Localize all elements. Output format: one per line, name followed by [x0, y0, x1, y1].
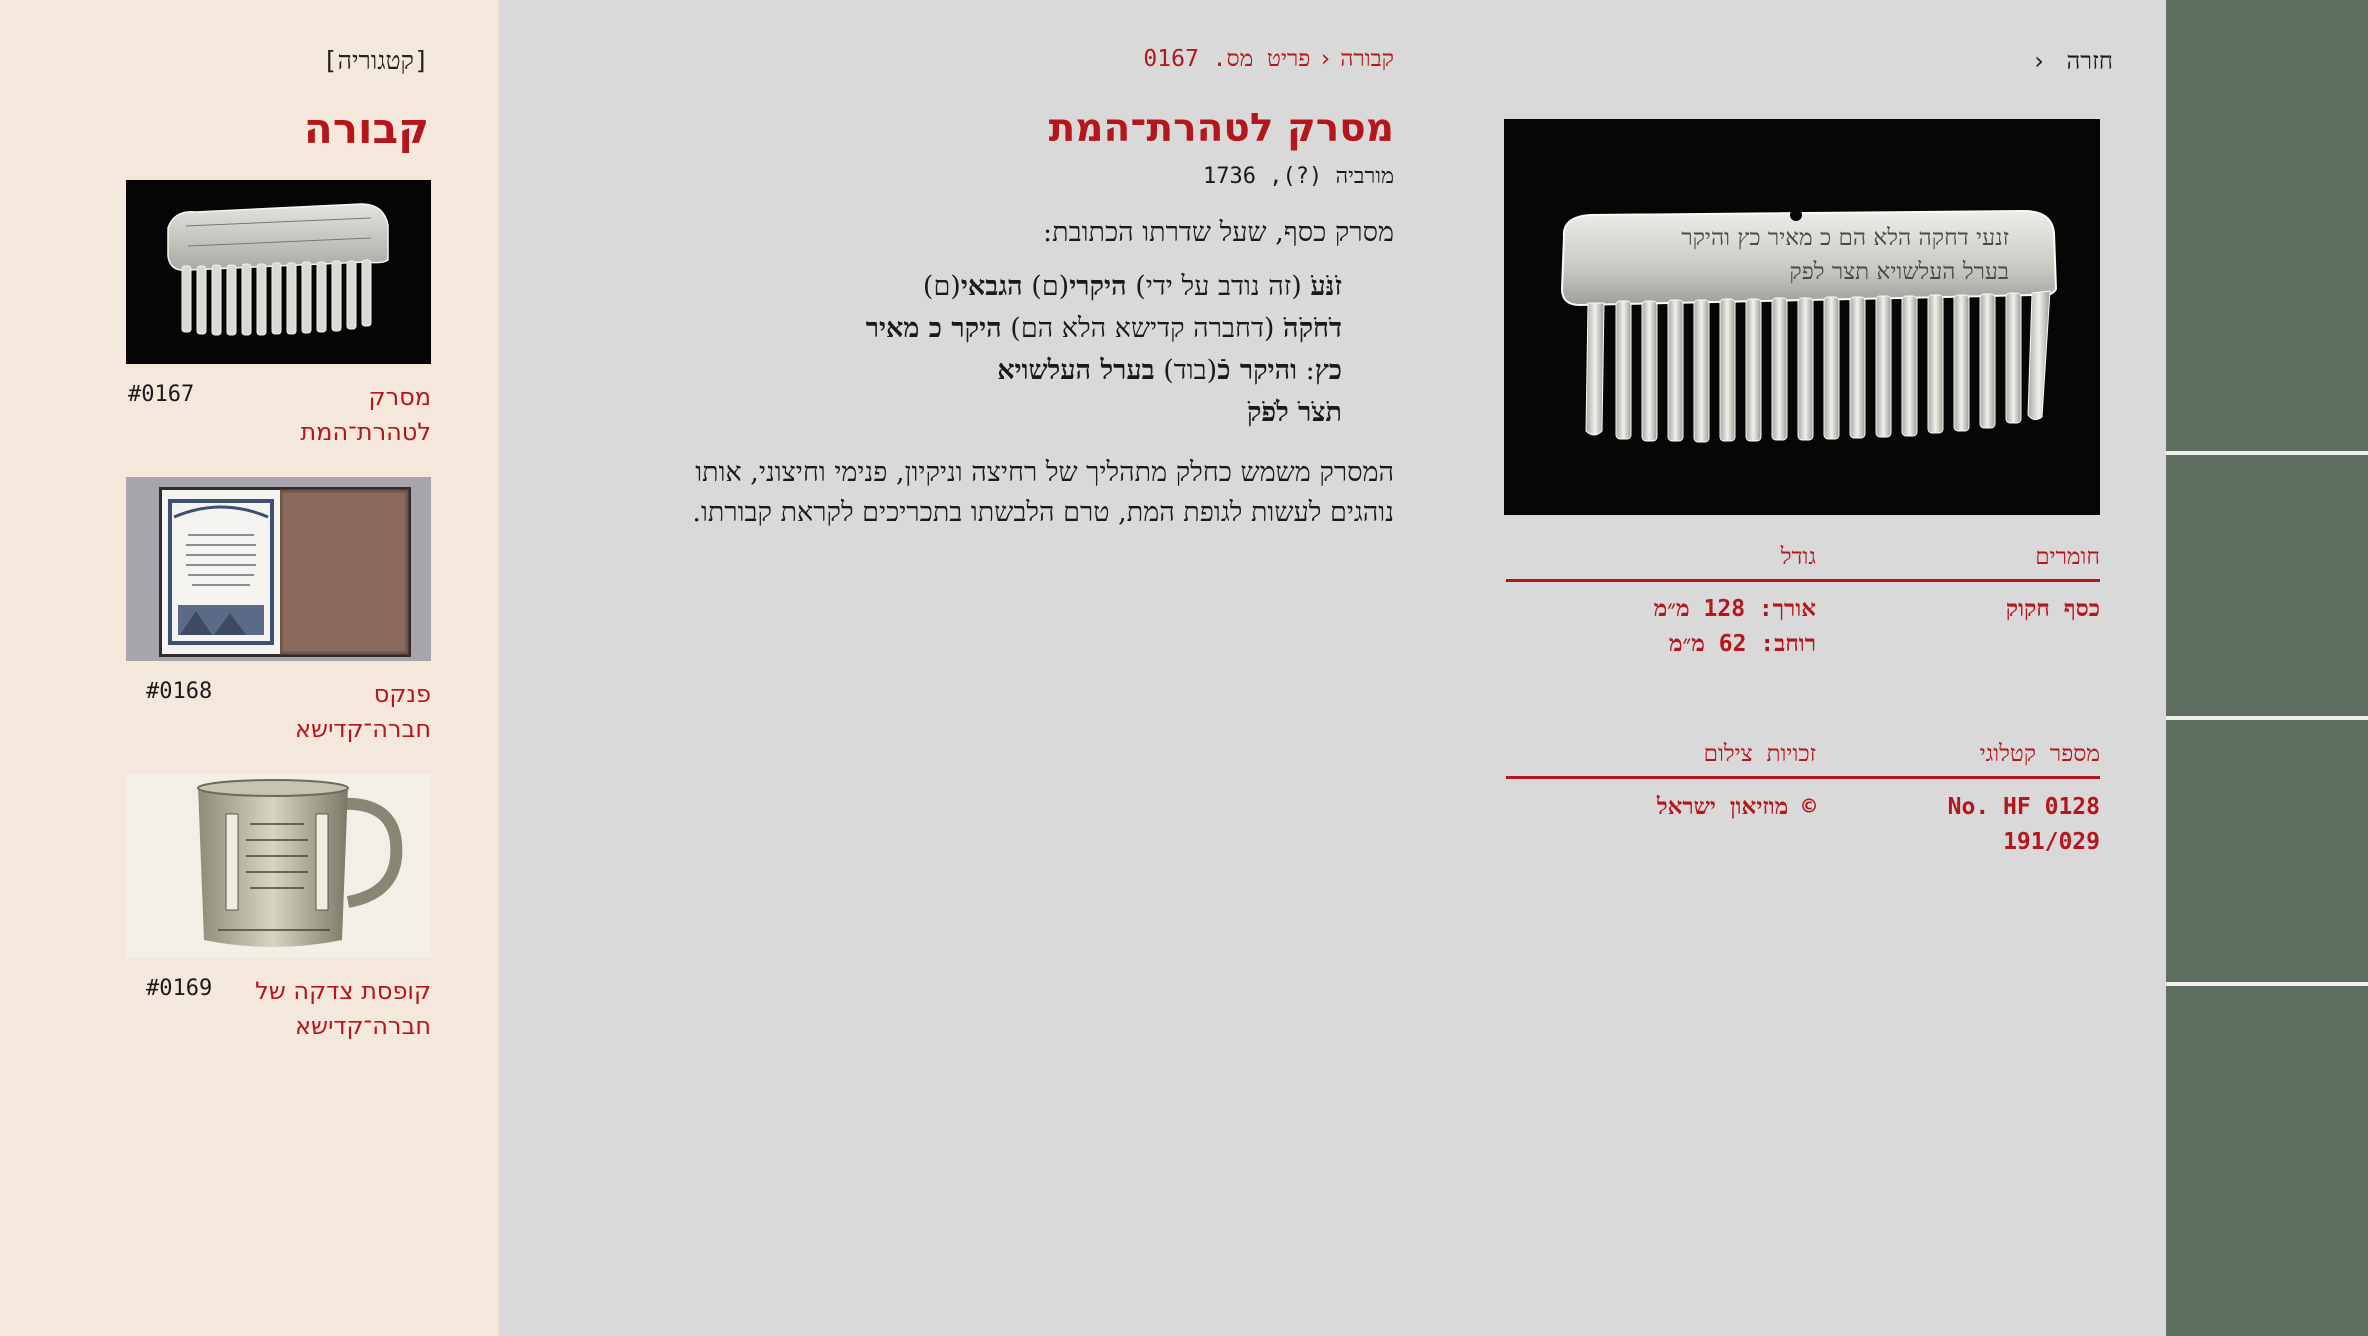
rights-value: © מוזיאון ישראל — [1656, 794, 1816, 820]
sidebar-item-number: #0167 — [128, 382, 195, 407]
materials-size-block: חומרים גודל כסף חקוק אורך: 128 מ״מ רוחב:… — [1506, 540, 2100, 657]
catalog-label: מספר קטלוגי — [1979, 741, 2100, 767]
sidebar-item-title[interactable]: פנקס חברה־קדישא — [231, 677, 431, 747]
item-origin: מורביה (?), 1736 — [1203, 164, 1394, 189]
category-sidebar: [קטגוריה] קבורה מסרק לטהרת־המת #0167 פנק… — [0, 0, 500, 1336]
materials-value: כסף חקוק — [2005, 596, 2100, 622]
size-label: גודל — [1780, 544, 1816, 570]
chevron-left-icon: ‹ — [2031, 47, 2047, 75]
right-rail — [2166, 0, 2368, 1336]
catalog-number: No. HF 0128 — [1947, 794, 2100, 820]
sidebar-item-number: #0168 — [146, 679, 213, 704]
catalog-number-secondary: 191/029 — [2003, 829, 2100, 855]
back-label: חזרה — [2066, 47, 2114, 75]
materials-label: חומרים — [2035, 544, 2100, 570]
size-width: רוחב: 62 מ״מ — [1668, 631, 1816, 657]
item-image[interactable]: זנעי דחקה הלא הם כ מאיר כץ והיקר בערל הע… — [1504, 119, 2100, 515]
inscription-line: דֹחֹקֹהֹ (דחברה קדישא הלא הם) היקר כ מאי… — [865, 313, 1342, 344]
sidebar-item-title[interactable]: מסרק לטהרת־המת — [231, 380, 431, 450]
rail-divider — [2166, 451, 2368, 455]
sidebar-item-title[interactable]: קופסת צדקה של חברה־קדישא — [251, 974, 431, 1044]
breadcrumb-category[interactable]: קבורה — [1340, 46, 1394, 72]
back-link[interactable]: חזרה ‹ — [2032, 47, 2113, 76]
book-thumbnail[interactable] — [126, 477, 431, 661]
item-title: מסרק לטהרת־המת — [1048, 106, 1394, 151]
rail-divider — [2166, 982, 2368, 986]
category-title[interactable]: קבורה — [304, 104, 429, 153]
image-inscription: בערל העלשויא תצר לפק — [1789, 259, 2009, 285]
rail-divider — [2166, 716, 2368, 720]
size-length: אורך: 128 מ״מ — [1653, 596, 1816, 622]
item-detail: קבורה ‹ פריט מס. 0167 חזרה ‹ מסרק לטהרת־המ… — [500, 0, 2166, 1336]
rights-label: זכויות צילום — [1703, 741, 1816, 767]
sidebar-item-0167[interactable]: מסרק לטהרת־המת #0167 — [126, 180, 431, 446]
item-description: המסרק משמש כחלק מתהליך של רחיצה וניקיון,… — [692, 457, 1394, 528]
image-inscription: זנעי דחקה הלא הם כ מאיר כץ והיקר — [1681, 225, 2009, 251]
cup-thumbnail[interactable] — [126, 774, 431, 958]
sidebar-item-0169[interactable]: קופסת צדקה של חברה־קדישא #0169 — [126, 774, 431, 1040]
inscription-line: כץ: והיקר כֿ(בוד) בערל העלשויא — [997, 355, 1342, 386]
breadcrumb: קבורה ‹ פריט מס. 0167 — [1143, 46, 1394, 72]
chevron-left-icon: ‹ — [1318, 46, 1333, 72]
catalog-rights-block: מספר קטלוגי זכויות צילום No. HF 0128 191… — [1506, 737, 2100, 855]
category-tag: [קטגוריה] — [322, 46, 429, 75]
breadcrumb-item: פריט מס. 0167 — [1143, 46, 1311, 72]
sidebar-item-0168[interactable]: פנקס חברה־קדישא #0168 — [126, 477, 431, 743]
inscription-line: תֹצֹרֹ לֹפֹקֹ — [1246, 397, 1342, 428]
sidebar-item-number: #0169 — [146, 976, 213, 1001]
inscription-line: זֹנֹּעֹ (זה נודב על ידי) היקרי(ם) הגבאי(… — [922, 271, 1342, 302]
comb-thumbnail[interactable] — [126, 180, 431, 364]
inscription-text: זֹנֹּעֹ (זה נודב על ידי) היקרי(ם) הגבאי(… — [702, 266, 1342, 434]
item-intro: מסרק כסף, שעל שדרתו הכתובת: — [1043, 217, 1394, 248]
